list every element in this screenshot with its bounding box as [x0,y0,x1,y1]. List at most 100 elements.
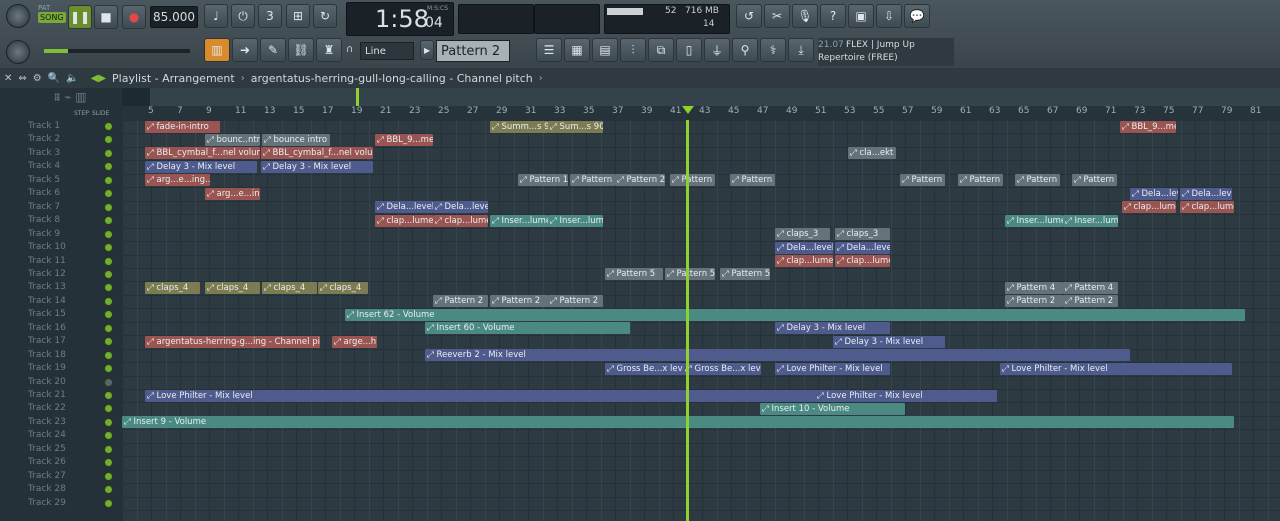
playlist-clip[interactable]: ⤢ Dela...level [433,201,488,214]
track-mute-toggle[interactable] [104,229,113,239]
playlist-clip[interactable]: ⤢ Inser...lume [1063,214,1118,227]
track-name[interactable]: Track 17 [28,335,108,348]
track-name[interactable]: Track 7 [28,201,108,214]
playlist-clip[interactable]: ⤢ Reeverb 2 - Mix level [425,349,1130,362]
zoom-icon[interactable]: 🔍 [48,73,60,84]
track-mute-toggle[interactable] [104,498,113,508]
track-name[interactable]: Track 29 [28,497,108,510]
timeline-ruler[interactable]: 5 7 9 11 13 15 17 19 21 23 25 27 29 31 33 35 37 39 41 43 45 4… [122,106,1280,120]
mixer-button[interactable]: ⫶ [620,38,646,62]
wait-input-button[interactable]: ⏻ [231,4,255,28]
playlist-window-button[interactable]: ☰ [536,38,562,62]
playhead[interactable] [686,120,689,521]
track-mute-toggle[interactable] [104,485,113,495]
track-name[interactable]: Track 25 [28,443,108,456]
playlist-clip[interactable]: ⤢ bounc..ntro [205,133,260,146]
track-name[interactable]: Track 13 [28,281,108,294]
master-pitch-knob[interactable] [6,40,30,64]
track-mute-toggle[interactable] [104,148,113,158]
playlist-clip[interactable]: ⤢ claps_4 [205,281,260,294]
chat-button[interactable]: 💬 [904,4,930,28]
playlist-clip[interactable]: ⤢ Pattern 2 [900,174,945,187]
track-mute-toggle[interactable] [104,310,113,320]
playlist-clip[interactable]: ⤢ Pattern 5 [605,268,663,281]
playlist-clip[interactable]: ⤢ Delay 3 - Mix level [145,160,257,173]
track-name[interactable]: Track 8 [28,214,108,227]
playhead-marker-icon[interactable] [682,106,694,114]
track-mute-toggle[interactable] [104,202,113,212]
track-name[interactable]: Track 4 [28,160,108,173]
stamp-button[interactable]: ♜ [316,38,342,62]
playlist-clip[interactable]: ⤢ clap...lume [375,214,433,227]
playlist-clip[interactable]: ⤢ Pattern 2 [433,295,488,308]
export-button[interactable]: ⇩ [876,4,902,28]
cut-button[interactable]: ✂ [764,4,790,28]
track-mute-toggle[interactable] [104,162,113,172]
track-mute-toggle[interactable] [104,391,113,400]
track-name[interactable]: Track 20 [28,376,108,389]
track-mute-toggle[interactable] [104,471,113,481]
playlist-clip[interactable]: ⤢ clap...lume [1122,201,1176,214]
speaker-icon[interactable]: 🔈 [66,73,78,84]
track-name[interactable]: Track 28 [28,483,108,496]
undo-button[interactable]: ↺ [736,4,762,28]
playlist-clip[interactable]: ⤢ fade-in-intro [145,120,220,133]
playlist-clip[interactable]: ⤢ Dela...level [775,241,833,254]
track-mute-toggle[interactable] [104,135,113,145]
playlist-clip[interactable]: ⤢ Pattern 2 [730,174,775,187]
playlist-clip[interactable]: ⤢ Pattern 2 [548,295,603,308]
playlist-clip[interactable]: ⤢ Pattern 1 [518,174,568,187]
playlist-clip[interactable]: ⤢ Insert 9 - Volume [122,416,1234,429]
download-button[interactable]: ⤓ [788,38,814,62]
track-name[interactable]: Track 9 [28,228,108,241]
track-mute-toggle[interactable] [104,122,113,131]
snap-select[interactable]: Line [360,42,414,60]
tempo-display[interactable]: 85.000 [150,6,198,28]
playlist-clip[interactable]: ⤢ Inser...lume [490,214,548,227]
playlist-clip[interactable]: ⤢ arg...e...ing...ar...g [145,174,210,187]
playlist-clip[interactable]: ⤢ Love Philter - Mix level [775,362,890,375]
track-name[interactable]: Track 6 [28,187,108,200]
playlist-mode-button[interactable]: ▥ [204,38,230,62]
blend-button[interactable]: ⊞ [286,4,310,28]
playlist-clip[interactable]: ⤢ clap...lume [835,255,890,267]
track-mute-toggle[interactable] [104,444,113,454]
track-name[interactable]: Track 18 [28,349,108,362]
help-button[interactable]: ? [820,4,846,28]
track-name[interactable]: Track 27 [28,470,108,483]
track-mute-toggle[interactable] [104,216,113,226]
playlist-clip[interactable]: ⤢ claps_4 [318,281,368,294]
track-mute-toggle[interactable] [104,269,113,279]
playlist-clip[interactable]: ⤢ argentatus-herring-g...ing - Channel p… [145,335,320,348]
track-mute-toggle[interactable] [104,337,113,347]
track-mute-toggle[interactable] [104,256,113,266]
track-name[interactable]: Track 15 [28,308,108,321]
track-name[interactable]: Track 14 [28,295,108,308]
playlist-clip[interactable]: ⤢ Dela...level [1130,187,1178,200]
playlist-clip[interactable]: ⤢ claps_4 [145,281,200,294]
metronome-button[interactable]: ♩ [204,4,228,28]
piano-roll-button[interactable]: ▦ [564,38,590,62]
playlist-clip[interactable]: ⤢ BBL_9...me [1120,120,1176,133]
playlist-clip[interactable]: ⤢ BBL_cymbal_f...nel volume [145,147,260,160]
track-mute-toggle[interactable] [104,283,113,293]
browser-button[interactable]: ▯ [676,38,702,62]
track-mute-toggle[interactable] [104,243,113,253]
playlist-clip[interactable]: ⤢ Insert 62 - Volume [345,308,1245,321]
playlist-clip[interactable]: ⤢ clap...lume [433,214,488,227]
playlist-clip[interactable]: ⤢ claps_3 [775,228,830,241]
track-mute-toggle[interactable] [104,404,113,414]
track-name[interactable]: Track 2 [28,133,108,146]
playlist-clip[interactable]: ⤢ claps_3 [835,228,890,241]
track-name[interactable]: Track 24 [28,429,108,442]
track-mute-toggle[interactable] [104,296,113,306]
playlist-grid[interactable]: ⤢ fade-in-intro ⤢ Summ...s 90⤢ Sum...s 90… [122,120,1280,521]
playlist-clip[interactable]: ⤢ Inser...lume [548,214,603,227]
playlist-clip[interactable]: ⤢ Insert 10 - Volume [760,402,905,415]
select-mode-button[interactable]: ➜ [232,38,258,62]
playlist-clip[interactable]: ⤢ clap...lume [775,255,833,267]
playlist-clip[interactable]: ⤢ Inser...lume [1005,214,1063,227]
track-name[interactable]: Track 23 [28,416,108,429]
playlist-clip[interactable]: ⤢ Pattern 1 [1015,174,1060,187]
playlist-clip[interactable]: ⤢ clap...lume [1180,201,1234,214]
